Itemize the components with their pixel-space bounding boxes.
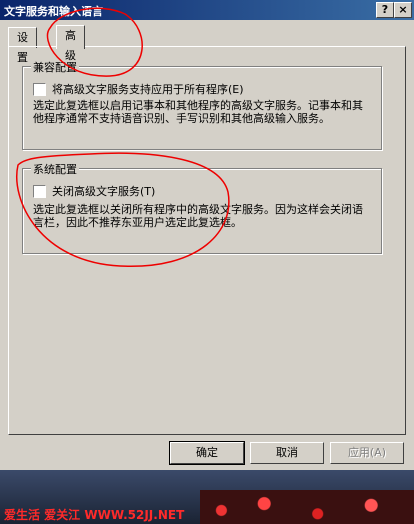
tab-advanced[interactable]: 高级 [56, 25, 85, 62]
system-checkbox-row[interactable]: 关闭高级文字服务(T) [33, 183, 155, 199]
system-groupbox: 系统配置 关闭高级文字服务(T) 选定此复选框以关闭所有程序中的高级文字服务。因… [22, 161, 382, 254]
system-group-title: 系统配置 [31, 161, 79, 177]
watermark-text: 爱生活 爱关江 WWW.52JJ.NET [4, 508, 185, 522]
compat-description: 选定此复选框以启用记事本和其他程序的高级文字服务。记事本和其他程序通常不支持语音… [33, 99, 363, 125]
window-title: 文字服务和输入语言 [4, 5, 103, 18]
system-checkbox-label[interactable]: 关闭高级文字服务(T) [52, 185, 155, 198]
tab-settings[interactable]: 设置 [8, 27, 37, 64]
compat-checkbox[interactable] [33, 82, 46, 96]
compat-checkbox-label[interactable]: 将高级文字服务支持应用于所有程序(E) [52, 83, 244, 96]
title-bar: 文字服务和输入语言 ? × [0, 0, 414, 20]
ok-button[interactable]: 确定 [169, 441, 245, 465]
help-button[interactable]: ? [376, 2, 394, 18]
compat-checkbox-row[interactable]: 将高级文字服务支持应用于所有程序(E) [33, 81, 244, 97]
close-button[interactable]: × [394, 2, 412, 18]
system-description: 选定此复选框以关闭所有程序中的高级文字服务。因为这样会关闭语言栏，因此不推荐东亚… [33, 203, 363, 229]
apply-button[interactable]: 应用(A) [330, 442, 404, 464]
flower-bed-image [200, 490, 414, 524]
system-checkbox[interactable] [33, 184, 46, 198]
compat-groupbox: 兼容配置 将高级文字服务支持应用于所有程序(E) 选定此复选框以启用记事本和其他… [22, 59, 382, 150]
cancel-button[interactable]: 取消 [250, 442, 324, 464]
